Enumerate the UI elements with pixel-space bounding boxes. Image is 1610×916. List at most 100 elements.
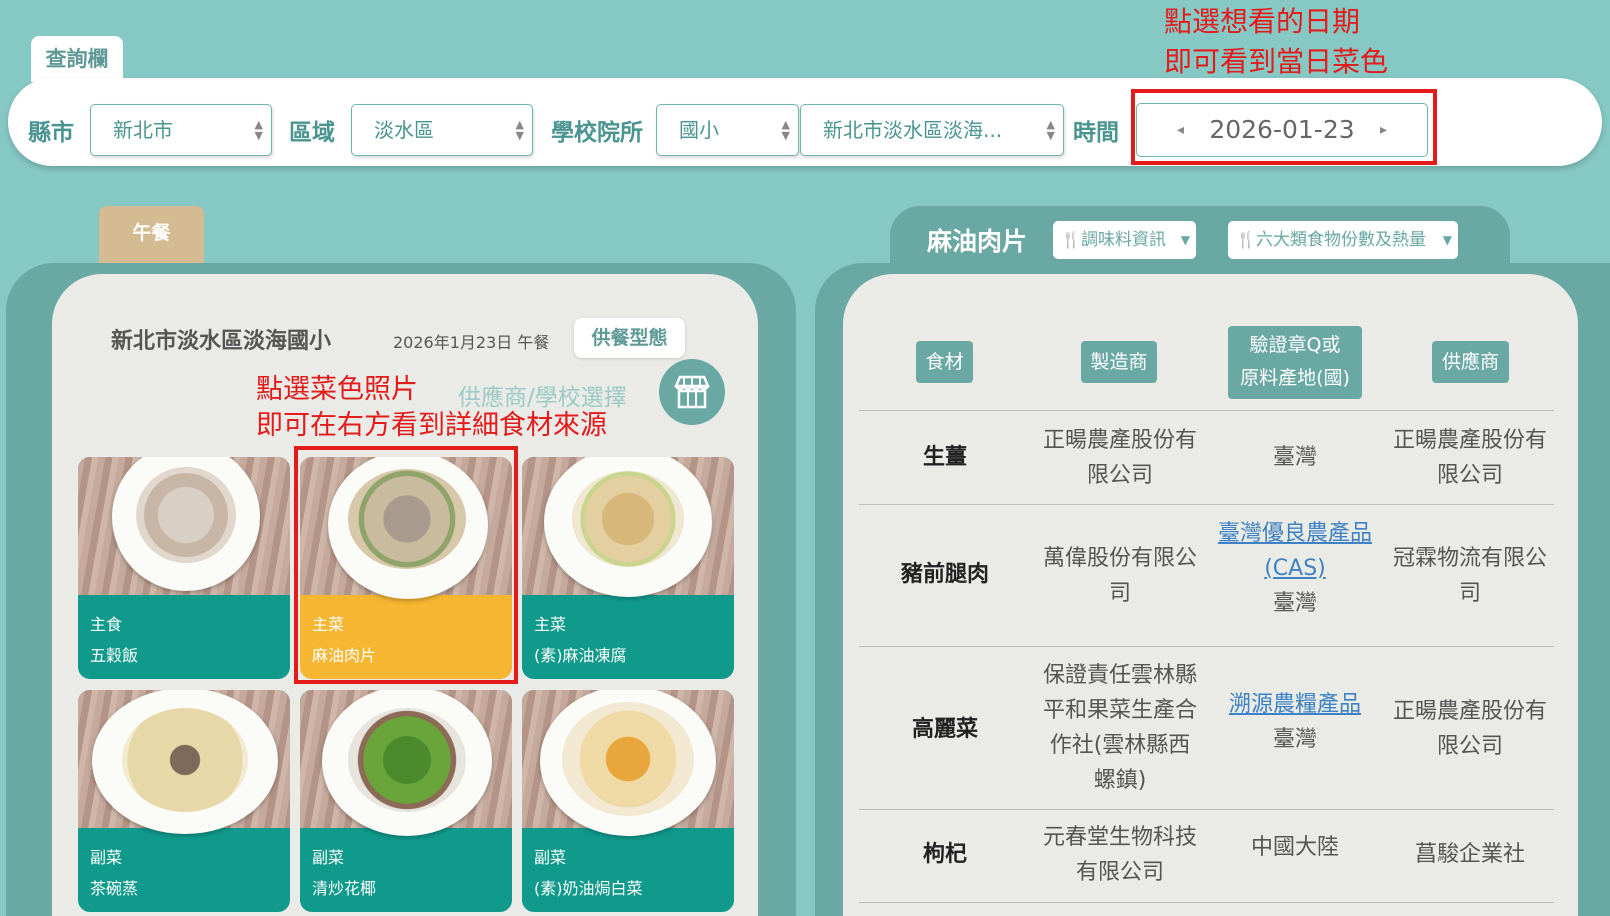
dish-card[interactable]: 副菜 清炒花椰 (300, 690, 512, 912)
city-select-value: 新北市 (113, 118, 173, 142)
dish-photo (522, 457, 734, 597)
store-icon (674, 375, 710, 409)
district-label: 區域 (289, 120, 335, 146)
date-hint-line2: 即可看到當日菜色 (1164, 45, 1389, 78)
seasoning-dropdown[interactable]: 🍴 調味料資訊 ▼ (1053, 221, 1196, 259)
school-label: 學校院所 (551, 120, 643, 146)
dish-category: 副菜 (534, 848, 567, 867)
certification-cell: 臺灣優良農產品 (CAS) 臺灣 (1205, 516, 1385, 621)
dish-photo (300, 690, 512, 836)
select-arrows-icon: ▲ ▼ (254, 118, 263, 142)
city-label: 縣市 (28, 120, 74, 146)
date-meal: 2026年1月23日 午餐 (393, 333, 550, 352)
supplier-line: 冠霖物流有限公 (1392, 546, 1547, 571)
supplier-line: 限公司 (1436, 734, 1503, 759)
row-divider (859, 902, 1554, 903)
origin-cell: 中國大陸 (1250, 835, 1339, 860)
origin-text: 臺灣 (1272, 727, 1317, 752)
cas-link[interactable]: 臺灣優良農產品 (1205, 516, 1385, 551)
traceability-link[interactable]: 溯源農糧產品 (1205, 687, 1385, 722)
dish-category: 主食 (90, 615, 123, 634)
supplier-line: 正暘農產股份有 (1392, 428, 1547, 453)
origin-cell: 臺灣 (1272, 445, 1317, 470)
school-type-value: 國小 (679, 118, 719, 142)
manufacturer-line: 萬偉股份有限公 (1042, 546, 1197, 571)
supplier-cell: 冠霖物流有限公 司 (1375, 541, 1565, 611)
query-tab: 查詢欄 (31, 36, 123, 82)
district-select-value: 淡水區 (374, 118, 434, 142)
date-highlight-box (1131, 89, 1437, 165)
dish-name: 五穀飯 (90, 646, 139, 665)
supplier-school-select-label: 供應商/學校選擇 (458, 385, 627, 411)
school-select[interactable]: 新北市淡水區淡海... ▲ ▼ (800, 104, 1064, 156)
cas-link[interactable]: (CAS) (1205, 551, 1385, 586)
utensils-icon: 🍴 (1061, 230, 1081, 249)
dish-name: (素)麻油凍腐 (534, 646, 627, 665)
supplier-line: 司 (1458, 581, 1481, 606)
manufacturer-line: 元春堂生物科技 (1042, 825, 1197, 850)
dish-card[interactable]: 副菜 茶碗蒸 (78, 690, 290, 912)
supplier-select-button[interactable] (659, 359, 725, 425)
photo-highlight-box (294, 446, 518, 684)
manufacturer-line: 司 (1108, 581, 1131, 606)
school-select-value: 新北市淡水區淡海... (823, 118, 1003, 142)
origin-text: 臺灣 (1272, 591, 1317, 616)
dish-detail-title: 麻油肉片 (927, 227, 1028, 256)
caret-down-icon: ▼ (1180, 233, 1190, 247)
date-hint-line1: 點選想看的日期 (1164, 5, 1361, 38)
manufacturer-cell: 元春堂生物科技 有限公司 (1025, 820, 1215, 890)
nutrition-dropdown[interactable]: 🍴 六大類食物份數及熱量 ▼ (1228, 221, 1458, 259)
manufacturer-line: 螺鎮) (1093, 768, 1147, 793)
dish-card[interactable]: 主食 五穀飯 (78, 457, 290, 679)
ingredient-name: 生薑 (922, 445, 967, 470)
tab-lunch[interactable]: 午餐 (99, 206, 204, 266)
manufacturer-line: 保證責任雲林縣 (1042, 663, 1197, 688)
supplier-cell: 菖駿企業社 (1414, 842, 1525, 867)
school-name: 新北市淡水區淡海國小 (111, 329, 332, 354)
school-type-select[interactable]: 國小 ▲ ▼ (656, 104, 799, 156)
time-label: 時間 (1073, 120, 1119, 146)
row-divider (859, 504, 1554, 505)
photo-hint-line2: 即可在右方看到詳細食材來源 (256, 410, 607, 441)
manufacturer-line: 正暘農產股份有 (1042, 428, 1197, 453)
dish-name: 茶碗蒸 (90, 879, 139, 898)
row-divider (859, 646, 1554, 647)
dish-card[interactable]: 主菜 (素)麻油凍腐 (522, 457, 734, 679)
header-supplier: 供應商 (1432, 341, 1509, 383)
header-ingredient: 食材 (916, 341, 973, 383)
row-divider (859, 809, 1554, 810)
dish-photo (78, 690, 290, 834)
ingredient-name: 枸杞 (922, 842, 967, 867)
select-arrows-icon: ▲ ▼ (781, 118, 790, 142)
ingredient-name: 高麗菜 (911, 717, 978, 742)
photo-hint-line1: 點選菜色照片 (256, 374, 418, 405)
header-certification: 驗證章Q或 原料產地(國) (1228, 326, 1362, 399)
dish-photo (522, 690, 734, 836)
nutrition-dropdown-label: 六大類食物份數及熱量 (1256, 230, 1426, 250)
dish-name: 清炒花椰 (312, 879, 377, 898)
dish-name: (素)奶油焗白菜 (534, 879, 643, 898)
meal-mode-button[interactable]: 供餐型態 (574, 318, 685, 358)
dish-photo (78, 457, 290, 595)
manufacturer-line: 限公司 (1086, 463, 1153, 488)
dish-category: 主菜 (534, 615, 567, 634)
manufacturer-line: 作社(雲林縣西 (1049, 733, 1191, 758)
caret-down-icon: ▼ (1442, 233, 1452, 247)
header-cert-line1: 驗證章Q或 (1249, 334, 1341, 356)
row-divider (859, 410, 1554, 411)
district-select[interactable]: 淡水區 ▲ ▼ (351, 104, 533, 156)
supplier-cell: 正暘農產股份有 限公司 (1375, 423, 1565, 493)
select-arrows-icon: ▲ ▼ (515, 118, 524, 142)
manufacturer-cell: 萬偉股份有限公 司 (1025, 541, 1215, 611)
header-cert-line2: 原料產地(國) (1240, 367, 1350, 389)
ingredient-name: 豬前腿肉 (900, 562, 989, 587)
header-manufacturer: 製造商 (1081, 341, 1157, 383)
seasoning-dropdown-label: 調味料資訊 (1081, 230, 1166, 250)
supplier-line: 正暘農產股份有 (1392, 699, 1547, 724)
manufacturer-cell: 保證責任雲林縣 平和果菜生產合 作社(雲林縣西 螺鎮) (1025, 658, 1215, 798)
manufacturer-cell: 正暘農產股份有 限公司 (1025, 423, 1215, 493)
dish-category: 副菜 (312, 848, 345, 867)
manufacturer-line: 有限公司 (1075, 860, 1164, 885)
city-select[interactable]: 新北市 ▲ ▼ (90, 104, 272, 156)
dish-card[interactable]: 副菜 (素)奶油焗白菜 (522, 690, 734, 912)
